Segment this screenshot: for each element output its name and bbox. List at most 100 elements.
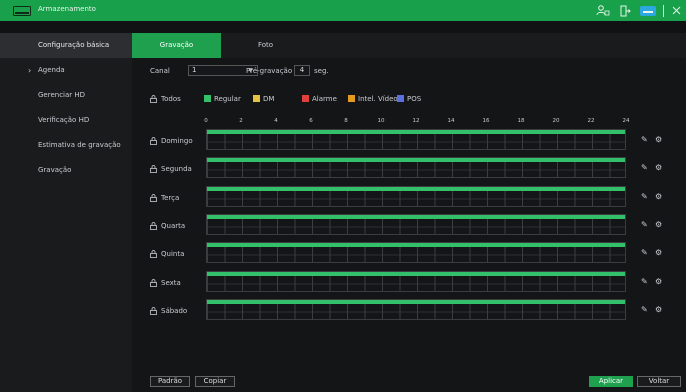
legend-all-label[interactable]: Todos (161, 95, 181, 103)
day-label: Quarta (161, 221, 186, 230)
hour-tick-label: 18 (517, 118, 525, 124)
chevron-right-icon: › (28, 66, 32, 75)
day-label: Domingo (161, 137, 193, 145)
timeline-grid (207, 134, 625, 149)
hour-tick-label: 8 (344, 118, 348, 124)
user-icon[interactable] (594, 0, 612, 21)
hour-tick-label: 24 (622, 118, 630, 124)
gear-icon[interactable]: ⚙ (655, 305, 662, 314)
legend-dm-swatch (253, 95, 260, 102)
legend-dm-label[interactable]: DM (263, 95, 274, 103)
hour-tick-label: 22 (587, 118, 595, 124)
gear-icon[interactable]: ⚙ (655, 220, 662, 229)
hour-tick-label: 12 (412, 118, 420, 124)
separator-icon (662, 0, 666, 21)
edit-icon[interactable]: ✎ (641, 220, 648, 229)
legend-alarme-swatch (302, 95, 309, 102)
edit-icon[interactable]: ✎ (641, 305, 648, 314)
day-label: Sábado (161, 306, 188, 315)
sidebar-item-label: Agenda (38, 66, 65, 74)
hour-tick-label: 16 (482, 118, 490, 124)
tab-foto[interactable]: Foto (221, 33, 310, 58)
prerec-unit: seg. (314, 67, 329, 75)
gear-icon[interactable]: ⚙ (655, 248, 662, 257)
day-label: Sexta (161, 278, 181, 287)
edit-icon[interactable]: ✎ (641, 163, 648, 172)
title-bar: Armazenamento (0, 0, 686, 21)
day-timeline[interactable] (206, 157, 626, 179)
day-timeline[interactable] (206, 270, 626, 292)
gear-icon[interactable]: ⚙ (655, 163, 662, 172)
default-button[interactable]: Padrão (150, 376, 190, 387)
sidebar-item-label: Configuração básica (38, 41, 110, 49)
sidebar: Configuração básica › Agenda Gerenciar H… (0, 33, 132, 392)
sidebar-item-configuracao-basica[interactable]: Configuração básica (0, 33, 132, 58)
day-label: Terça (161, 193, 180, 202)
day-timeline[interactable] (206, 185, 626, 207)
timeline-grid (207, 218, 625, 234)
hour-tick-label: 0 (204, 118, 208, 124)
timeline-grid (207, 162, 625, 178)
prerec-label: Pré-gravação (246, 67, 293, 75)
lock-icon[interactable] (150, 193, 157, 202)
sidebar-item-gerenciar-hd[interactable]: Gerenciar HD (0, 83, 132, 108)
close-icon[interactable] (670, 0, 682, 21)
day-timeline[interactable] (206, 298, 626, 320)
timeline-grid (207, 247, 625, 263)
hour-tick-label: 4 (274, 118, 278, 124)
logout-icon[interactable] (616, 0, 634, 21)
home-icon[interactable] (638, 0, 658, 21)
lock-icon[interactable] (150, 306, 157, 315)
day-timeline[interactable] (206, 129, 626, 150)
timeline-grid (207, 303, 625, 319)
lock-icon[interactable] (150, 222, 157, 230)
lock-icon[interactable] (150, 165, 157, 174)
hour-tick-label: 2 (239, 118, 243, 124)
legend-intel-label[interactable]: Intel. Vídeo (358, 95, 398, 103)
canal-value: 1 (192, 66, 197, 74)
storage-icon (13, 6, 31, 16)
hour-tick-label: 14 (447, 118, 455, 124)
apply-button[interactable]: Aplicar (589, 376, 633, 387)
timeline-grid (207, 190, 625, 206)
gear-icon[interactable]: ⚙ (655, 192, 662, 201)
edit-icon[interactable]: ✎ (641, 277, 648, 286)
back-button[interactable]: Voltar (637, 376, 681, 387)
tab-bar: Gravação Foto (132, 33, 686, 58)
lock-icon[interactable] (150, 278, 157, 287)
edit-icon[interactable]: ✎ (641, 192, 648, 201)
day-timeline[interactable] (206, 213, 626, 235)
hour-tick-label: 10 (377, 118, 385, 124)
sidebar-item-gravacao[interactable]: Gravação (0, 158, 132, 183)
tab-gravacao[interactable]: Gravação (132, 33, 221, 58)
timeline-grid (207, 275, 625, 291)
prerec-input[interactable]: 4 (294, 65, 310, 76)
sidebar-item-label: Gravação (38, 166, 72, 174)
day-timeline[interactable] (206, 242, 626, 264)
legend-intel-swatch (348, 95, 355, 102)
gear-icon[interactable]: ⚙ (655, 277, 662, 286)
lock-icon[interactable] (150, 95, 157, 103)
sidebar-item-verificacao-hd[interactable]: Verificação HD (0, 108, 132, 133)
legend-pos-label[interactable]: POS (407, 95, 421, 103)
legend-regular-swatch (204, 95, 211, 102)
sidebar-item-label: Estimativa de gravação (38, 141, 121, 149)
sidebar-item-label: Verificação HD (38, 116, 90, 124)
edit-icon[interactable]: ✎ (641, 135, 648, 144)
sidebar-item-label: Gerenciar HD (38, 91, 86, 99)
app-title: Armazenamento (38, 5, 96, 13)
day-label: Segunda (161, 165, 192, 174)
edit-icon[interactable]: ✎ (641, 248, 648, 257)
canal-label: Canal (150, 67, 170, 75)
day-label: Quinta (161, 250, 185, 259)
sidebar-item-agenda[interactable]: › Agenda (0, 58, 132, 83)
legend-alarme-label[interactable]: Alarme (312, 95, 337, 103)
schedule-panel: Canal 1 ▼ Pré-gravação 4 seg. Todos Regu… (132, 58, 686, 392)
lock-icon[interactable] (150, 250, 157, 259)
lock-icon[interactable] (150, 137, 157, 145)
gear-icon[interactable]: ⚙ (655, 135, 662, 144)
sidebar-item-estimativa-gravacao[interactable]: Estimativa de gravação (0, 133, 132, 158)
legend-pos-swatch (397, 95, 404, 102)
legend-regular-label[interactable]: Regular (214, 95, 241, 103)
copy-button[interactable]: Copiar (195, 376, 235, 387)
